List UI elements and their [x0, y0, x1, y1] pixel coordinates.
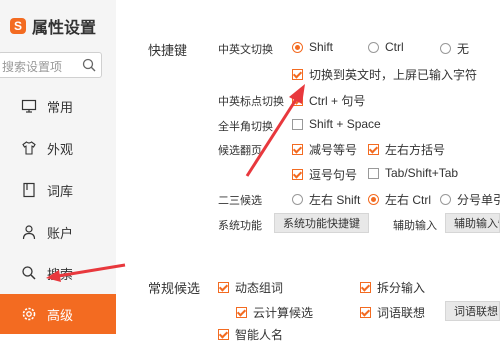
radio-indicator[interactable] — [440, 194, 451, 205]
option-label: 左右方括号 — [385, 143, 446, 157]
aux-input-label: 辅助输入 — [393, 220, 437, 232]
gear-icon — [22, 307, 36, 321]
sidebar-item-account[interactable]: 账户 — [0, 212, 116, 252]
option-label: 云计算候选 — [253, 306, 314, 320]
checkbox-brackets[interactable]: 左右方括号 — [368, 141, 445, 158]
option-label: 左右 Shift — [309, 193, 361, 207]
window-title: S 属性设置 — [10, 14, 96, 38]
radio-semicolon-quote[interactable]: 分号单引 — [440, 191, 500, 208]
checkbox-indicator[interactable] — [292, 95, 303, 106]
checkbox-indicator[interactable] — [292, 118, 303, 130]
sidebar-item-label: 账户 — [47, 225, 74, 241]
radio-indicator[interactable] — [292, 194, 303, 205]
checkbox-commit-on-switch[interactable]: 切换到英文时，上屏已输入字符 — [292, 66, 477, 83]
monitor-icon — [21, 99, 37, 113]
option-label: 减号等号 — [309, 143, 358, 157]
paging-label: 候选翻页 — [218, 145, 262, 157]
cn-en-switch-label: 中英文切换 — [218, 44, 273, 56]
search-icon[interactable] — [82, 58, 96, 72]
radio-indicator[interactable] — [292, 41, 303, 53]
search-placeholder: 搜索设置项 — [2, 60, 63, 74]
sidebar-item-search[interactable]: 搜索 — [0, 253, 116, 293]
section-title-candidates: 常规候选 — [148, 281, 201, 296]
aux-input-button[interactable]: 辅助输入快 — [445, 213, 500, 233]
checkbox-tab[interactable]: Tab/Shift+Tab — [368, 166, 458, 180]
search-input[interactable]: 搜索设置项 — [0, 52, 102, 78]
sidebar: S 属性设置 搜索设置项 常用 外观 词库 账户 搜索 高级 — [0, 0, 116, 334]
radio-ctrl[interactable]: Ctrl — [368, 40, 404, 54]
checkbox-split-input[interactable]: 拆分输入 — [360, 279, 425, 296]
checkbox-smart-names[interactable]: 智能人名 — [218, 326, 283, 343]
sidebar-item-lexicon[interactable]: 词库 — [0, 170, 116, 210]
book-icon — [23, 182, 35, 198]
sidebar-item-label: 常用 — [47, 99, 74, 115]
second-third-label: 二三候选 — [218, 195, 262, 207]
checkbox-indicator[interactable] — [292, 144, 303, 155]
radio-none[interactable]: 无 — [440, 40, 469, 57]
option-label: 智能人名 — [235, 328, 284, 342]
option-label: 逗号句号 — [309, 168, 358, 182]
checkbox-minus-equal[interactable]: 减号等号 — [292, 141, 357, 158]
option-label: 切换到英文时，上屏已输入字符 — [309, 68, 478, 82]
search-icon — [22, 266, 36, 280]
option-label: 左右 Ctrl — [385, 193, 431, 207]
checkbox-cloud-candidate[interactable]: 云计算候选 — [236, 304, 313, 321]
option-label: Ctrl + 句号 — [309, 94, 366, 108]
sidebar-item-label: 搜索 — [47, 266, 74, 282]
option-label: Shift + Space — [309, 117, 381, 131]
radio-left-right-shift[interactable]: 左右 Shift — [292, 191, 360, 208]
sidebar-item-appearance[interactable]: 外观 — [0, 128, 116, 168]
radio-indicator[interactable] — [440, 43, 451, 54]
checkbox-indicator[interactable] — [360, 282, 371, 293]
system-label: 系统功能 — [218, 220, 262, 232]
sidebar-item-label: 词库 — [47, 183, 74, 199]
option-label: 分号单引 — [457, 193, 500, 207]
section-title-shortcuts: 快捷键 — [148, 43, 188, 58]
option-label: Tab/Shift+Tab — [385, 166, 459, 180]
checkbox-indicator[interactable] — [218, 282, 229, 293]
option-label: 词语联想 — [377, 306, 426, 320]
person-icon — [22, 225, 36, 240]
option-label: 动态组词 — [235, 281, 284, 295]
radio-left-right-ctrl[interactable]: 左右 Ctrl — [368, 191, 431, 208]
checkbox-indicator[interactable] — [360, 307, 371, 318]
title-text: 属性设置 — [32, 20, 97, 37]
option-label: Shift — [309, 40, 334, 54]
system-shortcut-button[interactable]: 系统功能快捷键 — [274, 213, 369, 233]
radio-indicator[interactable] — [368, 194, 379, 205]
shirt-icon — [22, 141, 36, 155]
checkbox-word-association[interactable]: 词语联想 — [360, 304, 425, 321]
radio-indicator[interactable] — [368, 41, 379, 53]
checkbox-indicator[interactable] — [236, 307, 247, 318]
checkbox-indicator[interactable] — [292, 69, 303, 80]
checkbox-indicator[interactable] — [368, 144, 379, 155]
checkbox-ctrl-period[interactable]: Ctrl + 句号 — [292, 92, 365, 109]
option-label: 无 — [457, 42, 470, 56]
checkbox-indicator[interactable] — [368, 167, 379, 179]
sogou-logo-icon: S — [10, 18, 26, 34]
option-label: Ctrl — [385, 40, 404, 54]
checkbox-indicator[interactable] — [218, 329, 229, 340]
width-switch-label: 全半角切换 — [218, 121, 273, 133]
checkbox-indicator[interactable] — [292, 169, 303, 180]
sidebar-item-common[interactable]: 常用 — [0, 86, 116, 126]
checkbox-dynamic-phrase[interactable]: 动态组词 — [218, 279, 283, 296]
checkbox-shift-space[interactable]: Shift + Space — [292, 117, 381, 131]
checkbox-comma-period[interactable]: 逗号句号 — [292, 166, 357, 183]
word-association-button[interactable]: 词语联想 — [445, 301, 500, 321]
punct-switch-label: 中英标点切换 — [218, 96, 284, 108]
radio-shift[interactable]: Shift — [292, 40, 333, 54]
sidebar-item-label: 外观 — [47, 141, 74, 157]
sidebar-item-label: 高级 — [47, 307, 74, 323]
option-label: 拆分输入 — [377, 281, 426, 295]
sidebar-item-advanced[interactable]: 高级 — [0, 294, 116, 334]
